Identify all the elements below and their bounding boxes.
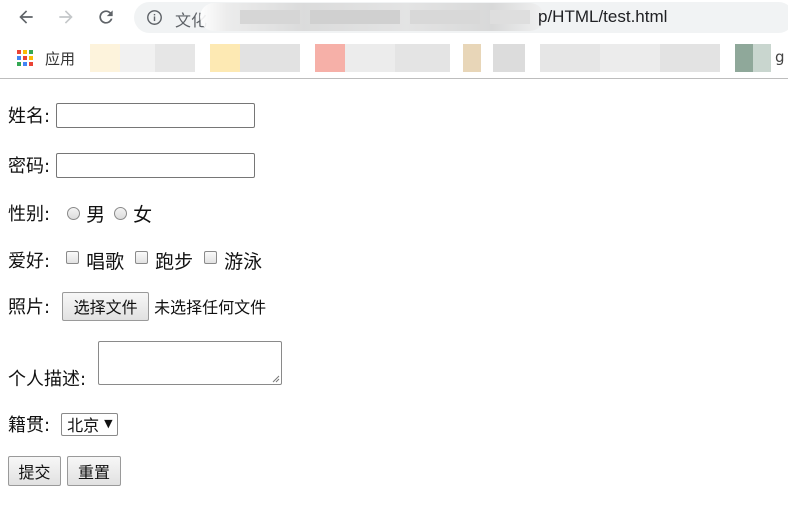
gender-row: 性别: 男 女 <box>8 199 152 227</box>
bookmarks-bar: 应用 g <box>0 40 788 76</box>
hobby-singing-checkbox[interactable] <box>66 250 80 264</box>
name-row: 姓名: <box>8 100 256 130</box>
back-button[interactable] <box>12 4 40 30</box>
apps-grid-icon[interactable] <box>16 49 34 67</box>
hobby-singing-label[interactable]: 唱歌 <box>86 247 124 274</box>
password-row: 密码: <box>8 150 256 180</box>
bookmark-redacted-5[interactable] <box>540 44 720 72</box>
gender-female-label[interactable]: 女 <box>133 200 152 227</box>
bookmark-tail-text: g <box>775 48 785 66</box>
hobby-row: 爱好: 唱歌 跑步 游泳 <box>8 246 262 274</box>
bookmark-redacted-6[interactable] <box>735 44 771 72</box>
photo-label: 照片: <box>8 297 51 318</box>
bookmark-redacted-2[interactable] <box>210 44 300 72</box>
gender-female-radio[interactable] <box>114 206 128 220</box>
gender-male-radio[interactable] <box>67 206 81 220</box>
reload-button[interactable] <box>92 4 120 30</box>
reset-button[interactable]: 重置 <box>67 456 121 486</box>
hobby-label: 爱好: <box>8 251 51 272</box>
photo-row: 照片: 选择文件 未选择任何文件 <box>8 291 266 321</box>
hometown-select[interactable]: 北京 ▼ <box>61 412 118 436</box>
browser-toolbar: 文化 p/HTML/test.html <box>0 0 788 35</box>
gender-male-label[interactable]: 男 <box>86 200 105 227</box>
arrow-left-icon <box>19 10 33 24</box>
hometown-label: 籍贯: <box>8 415 51 436</box>
hobby-swimming-checkbox[interactable] <box>204 250 218 264</box>
bookmark-redacted-1[interactable] <box>90 44 195 72</box>
arrow-right-icon <box>59 10 73 24</box>
url-text: p/HTML/test.html <box>538 7 668 26</box>
info-icon[interactable] <box>146 9 163 26</box>
bookmark-redacted-3[interactable] <box>315 44 450 72</box>
chrome-divider <box>0 78 788 79</box>
hobby-running-label[interactable]: 跑步 <box>155 247 193 274</box>
hometown-selected-value: 北京 <box>67 416 100 435</box>
password-input[interactable] <box>56 152 256 178</box>
description-row: 个人描述: <box>8 341 283 390</box>
buttons-row: 提交 重置 <box>8 456 121 486</box>
name-label: 姓名: <box>8 106 51 127</box>
forward-button[interactable] <box>52 4 80 30</box>
hobby-swimming-label[interactable]: 游泳 <box>224 247 262 274</box>
choose-file-button[interactable]: 选择文件 <box>62 291 150 321</box>
hometown-row: 籍贯: 北京 ▼ <box>8 410 118 438</box>
bookmark-redacted-4[interactable] <box>463 44 525 72</box>
dropdown-arrow-icon: ▼ <box>104 416 113 430</box>
gender-label: 性别: <box>8 204 51 225</box>
address-bar[interactable]: 文化 p/HTML/test.html <box>134 2 788 33</box>
description-label: 个人描述: <box>8 369 87 390</box>
password-label: 密码: <box>8 156 51 177</box>
reload-icon <box>99 10 113 24</box>
url-redacted-area <box>200 3 544 31</box>
description-textarea[interactable] <box>98 341 283 385</box>
submit-button[interactable]: 提交 <box>8 456 61 486</box>
no-file-chosen-text: 未选择任何文件 <box>154 298 267 317</box>
hobby-running-checkbox[interactable] <box>135 250 149 264</box>
resize-grip-icon[interactable] <box>272 375 280 383</box>
name-input[interactable] <box>56 102 256 128</box>
apps-label[interactable]: 应用 <box>45 48 75 69</box>
